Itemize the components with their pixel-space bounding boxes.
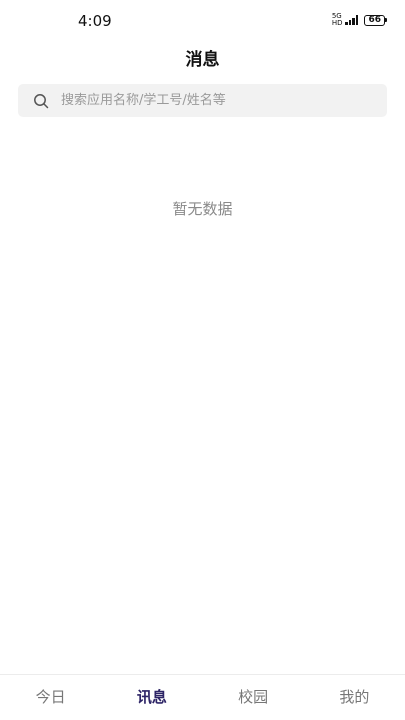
- page-title: 消息: [185, 50, 220, 70]
- search-input[interactable]: [61, 84, 387, 117]
- search-icon: [32, 92, 49, 109]
- network-type-bottom: HD: [331, 19, 343, 27]
- empty-state-text: 暂无数据: [172, 200, 233, 218]
- battery-icon: 66: [364, 14, 387, 26]
- tab-campus[interactable]: 校园: [203, 675, 304, 720]
- status-indicators: 5G HD 66: [332, 13, 387, 27]
- tab-today[interactable]: 今日: [0, 675, 101, 720]
- bottom-tab-bar: 今日 讯息 校园 我的: [0, 674, 405, 720]
- tab-mine[interactable]: 我的: [304, 675, 405, 720]
- battery-level: 66: [364, 14, 385, 26]
- network-type-label: 5G HD: [332, 13, 343, 27]
- tab-messages[interactable]: 讯息: [101, 675, 202, 720]
- search-bar[interactable]: [18, 84, 387, 117]
- status-time: 4:09: [78, 12, 112, 30]
- signal-icon: [345, 15, 359, 25]
- status-bar: 4:09 5G HD 66: [0, 0, 405, 40]
